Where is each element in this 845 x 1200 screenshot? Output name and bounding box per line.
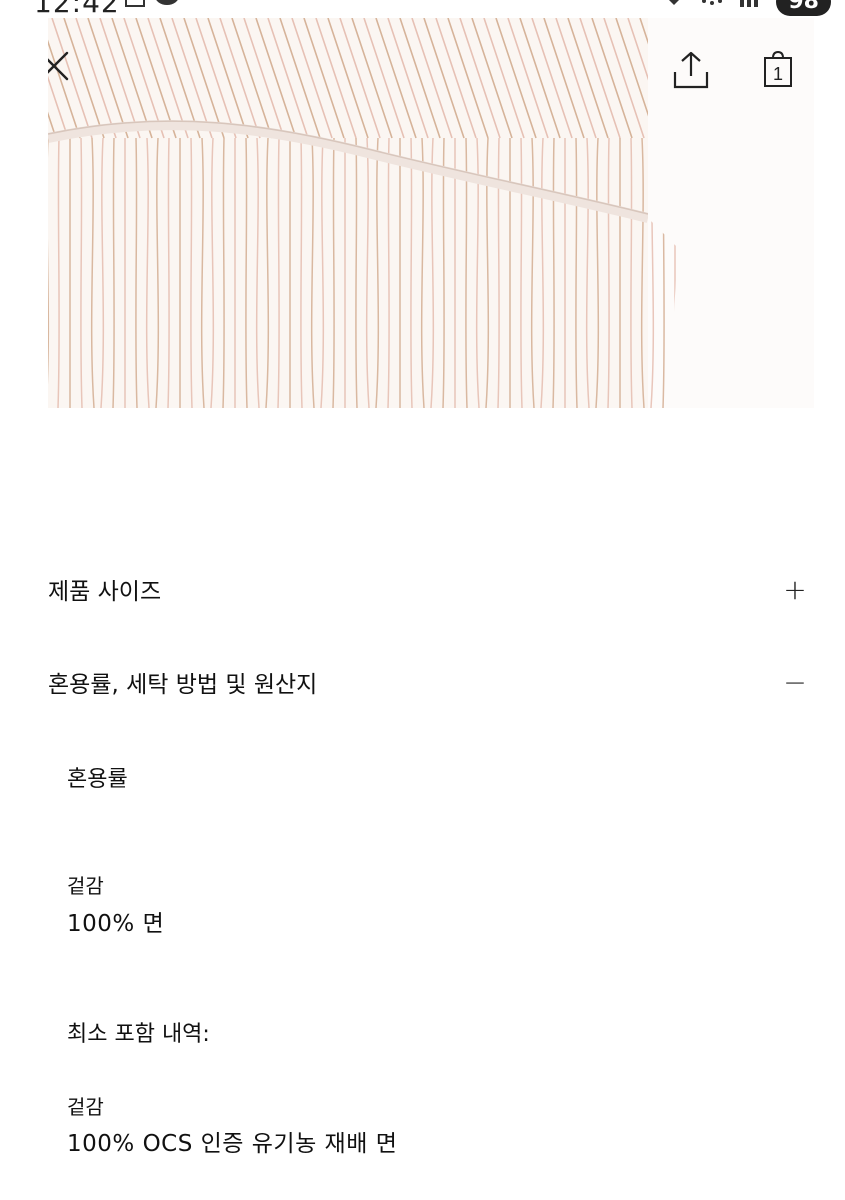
shopping-bag-icon: 1 [764, 50, 792, 87]
outer-fabric-value-2: 100% OCS 인증 유기농 재배 면 [67, 1131, 398, 1157]
composition-heading: 혼용률 [67, 767, 128, 792]
status-time: 12:42 [34, 0, 120, 18]
plus-icon[interactable]: + [780, 573, 810, 606]
chat-notification-icon [156, 0, 178, 5]
wifi-icon [702, 0, 723, 5]
accordion-label-composition: 혼용률, 세탁 방법 및 원산지 [48, 672, 318, 698]
minus-icon[interactable]: − [780, 666, 810, 699]
outer-fabric-label: 겉감 [67, 874, 104, 898]
battery-indicator: 98 [776, 0, 831, 16]
share-icon [673, 51, 709, 89]
close-button[interactable] [48, 50, 90, 102]
bag-count: 1 [773, 64, 783, 84]
product-size-accordion[interactable]: 제품 사이즈 + [48, 569, 810, 609]
minimum-content-heading: 최소 포함 내역: [67, 1022, 210, 1047]
status-notification-icons [124, 0, 180, 10]
share-button[interactable] [672, 50, 724, 102]
mute-icon [669, 0, 680, 5]
status-right-icons: 98 [662, 0, 831, 16]
product-image[interactable]: 1 [48, 18, 814, 408]
accordion-label-size: 제품 사이즈 [48, 579, 162, 605]
outer-fabric-value: 100% 면 [67, 911, 165, 937]
composition-care-origin-accordion[interactable]: 혼용률, 세탁 방법 및 원산지 − [48, 662, 810, 702]
gallery-notification-icon [125, 0, 145, 7]
close-icon [48, 51, 69, 81]
outer-fabric-label-2: 겉감 [67, 1095, 104, 1119]
status-bar: 12:42 98 [0, 0, 845, 18]
signal-icon [740, 0, 759, 7]
shopping-bag-button[interactable]: 1 [762, 50, 814, 102]
